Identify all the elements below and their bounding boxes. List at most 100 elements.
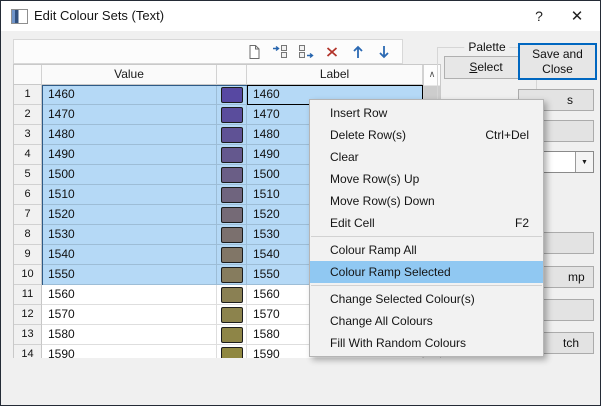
value-cell[interactable]: 1470 (42, 105, 217, 125)
colour-cell[interactable] (217, 145, 247, 165)
menu-item-label: Move Row(s) Down (330, 194, 435, 208)
colour-swatch[interactable] (220, 266, 243, 283)
palette-group-label: Palette (464, 40, 510, 54)
menu-item-colour-ramp-selected[interactable]: Colour Ramp Selected (310, 261, 543, 283)
grid-header: Value Label (14, 65, 440, 85)
title-bar: Edit Colour Sets (Text) ? ✕ (1, 1, 600, 31)
menu-separator (311, 236, 542, 237)
value-cell[interactable]: 1580 (42, 325, 217, 345)
row-number-cell[interactable]: 6 (14, 185, 42, 205)
colour-cell[interactable] (217, 125, 247, 145)
menu-item-label: Change Selected Colour(s) (330, 292, 475, 306)
colour-swatch[interactable] (220, 306, 243, 323)
menu-item-label: Move Row(s) Up (330, 172, 420, 186)
colour-swatch[interactable] (220, 286, 243, 303)
menu-item-label: Colour Ramp All (330, 243, 417, 257)
row-number-cell[interactable]: 8 (14, 225, 42, 245)
menu-item-colour-ramp-all[interactable]: Colour Ramp All (310, 239, 543, 261)
move-row-up-icon[interactable] (350, 44, 366, 60)
row-number-cell[interactable]: 13 (14, 325, 42, 345)
colour-cell[interactable] (217, 325, 247, 345)
menu-item-shortcut: F2 (514, 216, 529, 230)
header-label[interactable]: Label (247, 65, 423, 85)
row-number-cell[interactable]: 4 (14, 145, 42, 165)
value-cell[interactable]: 1520 (42, 205, 217, 225)
help-button[interactable]: ? (524, 1, 554, 31)
menu-item-label: Edit Cell (330, 216, 375, 230)
colour-swatch[interactable] (220, 126, 243, 143)
colour-swatch[interactable] (220, 106, 243, 123)
colour-swatch[interactable] (220, 166, 243, 183)
colour-cell[interactable] (217, 245, 247, 265)
row-number-cell[interactable]: 9 (14, 245, 42, 265)
row-number-cell[interactable]: 14 (14, 345, 42, 358)
menu-item-label: Delete Row(s) (330, 128, 407, 142)
colour-cell[interactable] (217, 165, 247, 185)
value-cell[interactable]: 1510 (42, 185, 217, 205)
colour-cell[interactable] (217, 285, 247, 305)
menu-item-edit-cell[interactable]: Edit Cell F2 (310, 212, 543, 234)
colour-cell[interactable] (217, 265, 247, 285)
move-row-down-icon[interactable] (376, 44, 392, 60)
app-icon (11, 9, 28, 24)
colour-cell[interactable] (217, 345, 247, 358)
selection-outline-left (42, 85, 43, 285)
menu-item-move-row-s-up[interactable]: Move Row(s) Up (310, 168, 543, 190)
palette-select-button[interactable]: Select (444, 56, 528, 79)
colour-swatch[interactable] (220, 86, 243, 103)
insert-row-before-icon[interactable] (272, 44, 288, 60)
value-cell[interactable]: 1570 (42, 305, 217, 325)
menu-item-label: Clear (330, 150, 359, 164)
colour-swatch[interactable] (220, 246, 243, 263)
colour-cell[interactable] (217, 205, 247, 225)
value-cell[interactable]: 1500 (42, 165, 217, 185)
row-number-cell[interactable]: 2 (14, 105, 42, 125)
value-cell[interactable]: 1560 (42, 285, 217, 305)
row-number-cell[interactable]: 1 (14, 85, 42, 105)
colour-swatch[interactable] (220, 186, 243, 203)
colour-swatch[interactable] (220, 146, 243, 163)
colour-swatch[interactable] (220, 346, 243, 358)
colour-cell[interactable] (217, 105, 247, 125)
row-number-cell[interactable]: 12 (14, 305, 42, 325)
value-cell[interactable]: 1590 (42, 345, 217, 358)
header-colour (217, 65, 247, 85)
colour-swatch[interactable] (220, 326, 243, 343)
menu-item-move-row-s-down[interactable]: Move Row(s) Down (310, 190, 543, 212)
insert-row-after-icon[interactable] (298, 44, 314, 60)
header-value[interactable]: Value (42, 65, 217, 85)
context-menu: Insert Row Delete Row(s) Ctrl+Del Clear Move… (309, 99, 544, 357)
menu-item-fill-with-random-colours[interactable]: Fill With Random Colours (310, 332, 543, 354)
row-number-cell[interactable]: 10 (14, 265, 42, 285)
window-title: Edit Colour Sets (Text) (34, 8, 165, 23)
new-table-icon[interactable] (246, 44, 262, 60)
colour-cell[interactable] (217, 225, 247, 245)
value-cell[interactable]: 1550 (42, 265, 217, 285)
menu-item-delete-row-s[interactable]: Delete Row(s) Ctrl+Del (310, 124, 543, 146)
delete-rows-icon[interactable] (324, 44, 340, 60)
menu-item-insert-row[interactable]: Insert Row (310, 102, 543, 124)
colour-cell[interactable] (217, 305, 247, 325)
menu-item-label: Fill With Random Colours (330, 336, 467, 350)
colour-cell[interactable] (217, 85, 247, 105)
menu-item-label: Insert Row (330, 106, 388, 120)
menu-item-clear[interactable]: Clear (310, 146, 543, 168)
chevron-down-icon[interactable]: ▼ (575, 152, 593, 172)
row-number-cell[interactable]: 3 (14, 125, 42, 145)
colour-cell[interactable] (217, 185, 247, 205)
row-number-cell[interactable]: 11 (14, 285, 42, 305)
colour-swatch[interactable] (220, 206, 243, 223)
colour-swatch[interactable] (220, 226, 243, 243)
row-number-cell[interactable]: 7 (14, 205, 42, 225)
edit-colour-sets-dialog: Edit Colour Sets (Text) ? ✕ Value Label … (0, 0, 601, 406)
value-cell[interactable]: 1530 (42, 225, 217, 245)
menu-item-change-all-colours[interactable]: Change All Colours (310, 310, 543, 332)
menu-item-change-selected-colour-s[interactable]: Change Selected Colour(s) (310, 288, 543, 310)
row-number-cell[interactable]: 5 (14, 165, 42, 185)
value-cell[interactable]: 1490 (42, 145, 217, 165)
save-and-close-button[interactable]: Save and Close (518, 43, 597, 80)
value-cell[interactable]: 1480 (42, 125, 217, 145)
value-cell[interactable]: 1460 (42, 85, 217, 105)
close-button[interactable]: ✕ (562, 1, 592, 31)
value-cell[interactable]: 1540 (42, 245, 217, 265)
